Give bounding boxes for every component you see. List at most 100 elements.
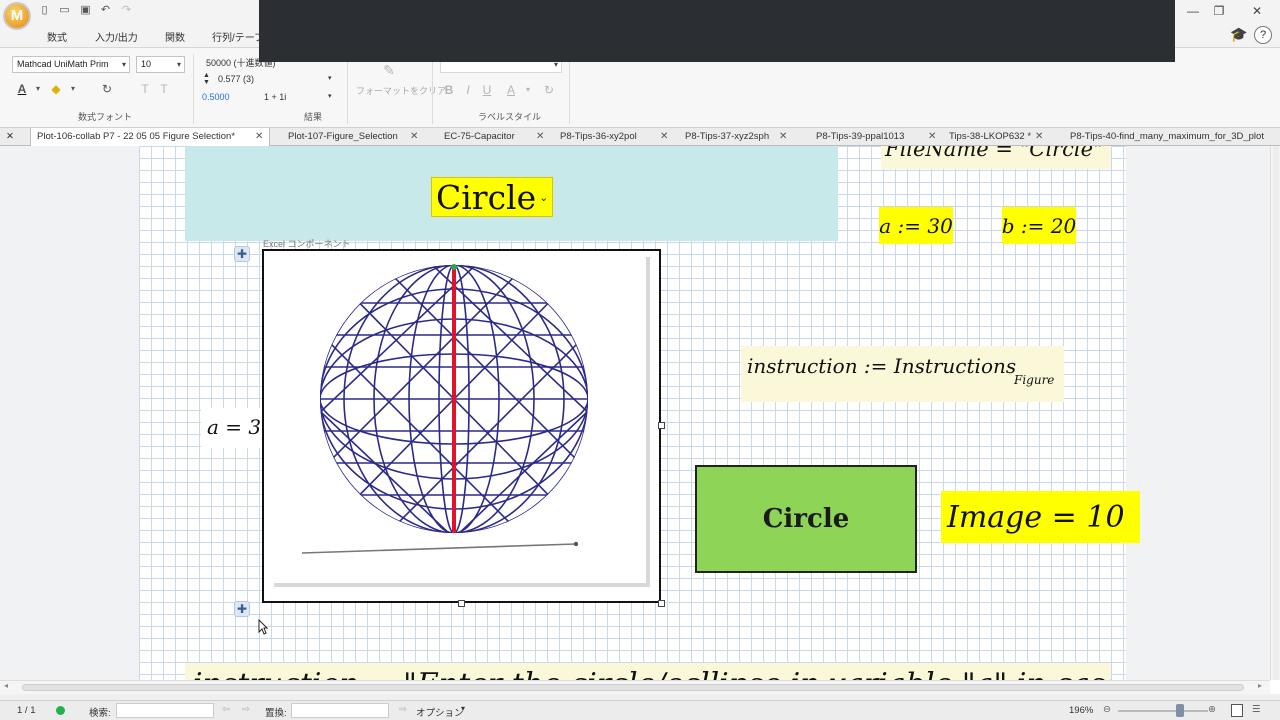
zoom-out-icon[interactable]: ⊖ [1103, 704, 1111, 715]
italic-icon[interactable]: I [460, 82, 476, 98]
scroll-right-icon[interactable]: ▸ [1258, 681, 1262, 690]
wire-sphere-image [301, 264, 588, 554]
tab-input-output[interactable]: 入力/出力 [95, 29, 138, 44]
ribbon-separator [569, 54, 570, 124]
save-icon[interactable]: ▣ [79, 4, 92, 17]
zoom-slider-track[interactable] [1118, 710, 1208, 712]
page-view-icon[interactable] [1231, 704, 1243, 717]
result-tolerance[interactable]: 0.5000 [202, 92, 230, 102]
chevron-down-icon[interactable]: ▾ [328, 92, 332, 100]
doc-tab-0[interactable]: Plot-106-collab P7 - 22 05 05 Figure Sel… [30, 128, 270, 146]
close-tab-icon[interactable]: ✕ [928, 128, 936, 146]
chevron-down-icon[interactable]: ▾ [328, 74, 332, 82]
doc-tab-label: P8-Tips-36-xy2pol [560, 131, 637, 142]
excel-component-frame[interactable] [262, 249, 661, 603]
group-label-result: 結果 [304, 112, 323, 122]
close-window-button[interactable]: ✕ [1244, 2, 1270, 20]
expand-plus-icon[interactable]: ✚ [234, 246, 250, 262]
chevron-down-icon[interactable]: ▾ [520, 82, 536, 98]
doc-tab-7[interactable]: P8-Tips-40-find_many_maximum_for_3D_plot [1064, 128, 1278, 146]
horizontal-scroll-thumb[interactable] [22, 684, 1244, 691]
a-definition-text: a := 30 [879, 213, 953, 238]
doc-tab-4[interactable]: P8-Tips-37-xyz2sph ✕ [679, 128, 801, 146]
doc-tab-2[interactable]: EC-75-Capacitor ✕ [438, 128, 548, 146]
spinner-icon[interactable]: ▲ ▼ [203, 72, 210, 86]
result-precision[interactable]: 0.577 (3) [218, 74, 254, 84]
ribbon-separator [193, 54, 194, 124]
a-evaluation[interactable]: a = 30 [201, 408, 262, 448]
close-tab-icon[interactable]: ✕ [779, 128, 787, 146]
learning-cap-icon[interactable]: 🎓 [1230, 26, 1248, 44]
figure-select-dropdown[interactable]: Circle ⌄ [431, 177, 553, 217]
doc-tab-6[interactable]: Tips-38-LKOP632 * ✕ [943, 128, 1051, 146]
font-size-select[interactable]: 10 ▾ [136, 56, 185, 73]
doc-tab-label: P8-Tips-40-find_many_maximum_for_3D_plot [1070, 131, 1264, 142]
text-style-icon[interactable]: T [137, 81, 153, 97]
vertical-scroll-track[interactable] [1273, 146, 1279, 680]
zoom-in-icon[interactable]: ⊕ [1208, 704, 1216, 715]
bold-icon[interactable]: B [441, 82, 457, 98]
tab-functions[interactable]: 関数 [165, 29, 185, 44]
minimize-button[interactable]: — [1180, 2, 1206, 20]
close-tab-icon[interactable]: ✕ [1035, 128, 1043, 146]
underline-icon[interactable]: U [479, 82, 495, 98]
chevron-down-icon[interactable]: ▾ [30, 81, 46, 97]
instruction-definition[interactable]: instruction := Instructions Figure [741, 346, 1064, 402]
resize-handle[interactable] [658, 600, 665, 607]
b-definition[interactable]: b := 20 [1002, 207, 1076, 244]
new-file-icon[interactable]: ▯ [38, 4, 51, 17]
worksheet-area: Circle ⌄ FileName = "Circle" a := 30 b :… [0, 146, 1270, 680]
doc-tab-3[interactable]: P8-Tips-36-xy2pol ✕ [554, 128, 672, 146]
image-evaluation-text: Image = 10 [947, 499, 1125, 535]
resize-handle[interactable] [458, 600, 465, 607]
font-name-select[interactable]: Mathcad UniMath Prim ▾ [12, 56, 130, 73]
highlight-color-icon[interactable]: ◆ [48, 81, 64, 97]
close-tab-icon[interactable]: ✕ [660, 128, 668, 146]
search-next-icon[interactable]: ⇨ [242, 704, 250, 715]
label-refresh-icon[interactable]: ↻ [541, 82, 557, 98]
eraser-icon[interactable]: ✎ [381, 62, 397, 78]
vertical-scrollbar[interactable] [1270, 146, 1280, 680]
close-tab-icon[interactable]: ✕ [255, 128, 263, 146]
refresh-icon[interactable]: ↻ [99, 81, 115, 97]
replace-icon[interactable]: ⇨ [399, 704, 407, 715]
text-style-alt-icon[interactable]: T [156, 81, 172, 97]
mathcad-logo-icon[interactable]: M [3, 2, 31, 30]
instruction-evaluation-text: instruction = "Enter the circle/ecllipse… [193, 667, 1111, 680]
a-definition[interactable]: a := 30 [879, 207, 953, 244]
chevron-down-icon[interactable]: ▾ [65, 81, 81, 97]
options-button[interactable]: オプション [416, 705, 464, 719]
horizontal-scrollbar[interactable]: ◂ ▸ [0, 680, 1270, 694]
undo-icon[interactable]: ↶ [99, 4, 112, 17]
font-color-icon[interactable]: A [14, 81, 30, 97]
expand-plus-icon[interactable]: ✚ [234, 601, 250, 617]
draft-view-icon[interactable]: ☰ [1252, 704, 1261, 715]
replace-input[interactable] [291, 703, 389, 718]
label-font-color-icon[interactable]: A [503, 82, 519, 98]
filename-region[interactable]: FileName = "Circle" [881, 146, 1111, 169]
chevron-down-icon: ⌄ [539, 191, 549, 204]
help-icon[interactable]: ? [1254, 26, 1272, 44]
tab-math[interactable]: 数式 [47, 29, 67, 44]
chevron-down-icon: ▾ [121, 60, 126, 69]
close-all-tabs-icon[interactable]: ✕ [0, 128, 22, 146]
doc-tab-5[interactable]: P8-Tips-39-ppal1013 ✕ [810, 128, 938, 146]
doc-tab-1[interactable]: Plot-107-Figure_Selection ✕ [282, 128, 422, 146]
redo-icon[interactable]: ↷ [120, 4, 133, 17]
image-evaluation[interactable]: Image = 10 [941, 491, 1140, 543]
search-prev-icon[interactable]: ⇦ [222, 704, 230, 715]
zoom-slider-thumb[interactable] [1176, 704, 1184, 717]
restore-button[interactable]: ❐ [1206, 2, 1232, 20]
result-complex-format[interactable]: 1 + 1i [264, 92, 286, 102]
instruction-subscript: Figure [1014, 373, 1055, 387]
open-folder-icon[interactable]: ▭ [58, 4, 71, 17]
resize-handle[interactable] [658, 422, 665, 429]
close-tab-icon[interactable]: ✕ [536, 128, 544, 146]
chevron-down-icon[interactable]: ▾ [461, 704, 465, 713]
scroll-left-icon[interactable]: ◂ [4, 681, 8, 690]
search-input[interactable] [116, 703, 214, 718]
shape-name-box[interactable]: Circle [695, 465, 917, 573]
ribbon-separator [347, 54, 348, 124]
close-tab-icon[interactable]: ✕ [410, 128, 418, 146]
instruction-evaluation[interactable]: instruction = "Enter the circle/ecllipse… [185, 663, 1111, 680]
